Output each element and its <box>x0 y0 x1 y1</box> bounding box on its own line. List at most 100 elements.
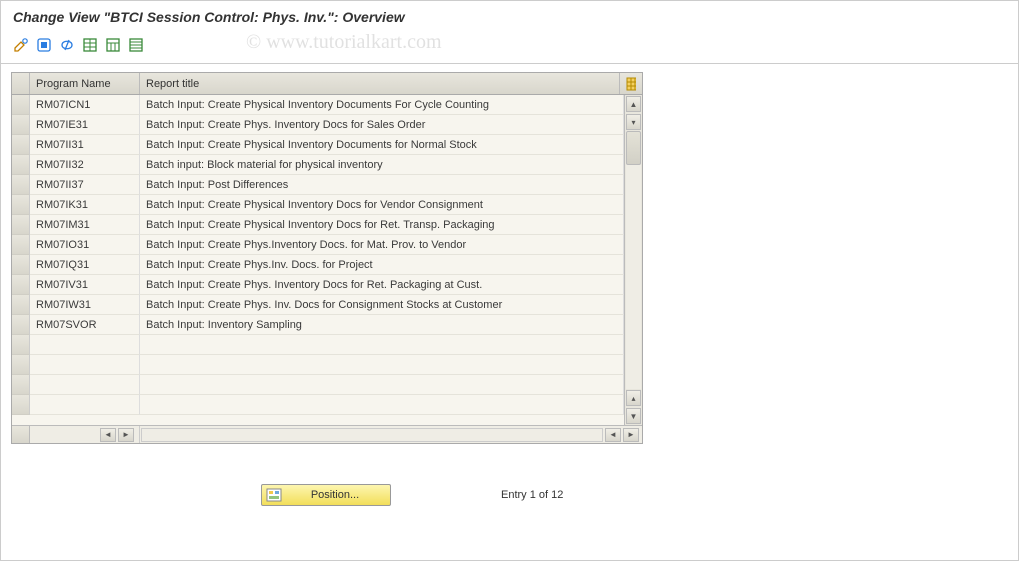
table-row <box>12 375 624 395</box>
cell-program[interactable]: RM07IO31 <box>30 235 140 255</box>
cell-program[interactable]: RM07IE31 <box>30 115 140 135</box>
row-selector[interactable] <box>12 135 30 155</box>
table-row[interactable]: RM07IV31Batch Input: Create Phys. Invent… <box>12 275 624 295</box>
hscroll-left-1-icon[interactable]: ◄ <box>100 428 116 442</box>
cell-program[interactable]: RM07SVOR <box>30 315 140 335</box>
table-row <box>12 335 624 355</box>
hscroll-right-2-icon[interactable]: ► <box>623 428 639 442</box>
hscroll-right-1-icon[interactable]: ◄ <box>605 428 621 442</box>
cell-program[interactable]: RM07IM31 <box>30 215 140 235</box>
scroll-track[interactable] <box>626 131 641 389</box>
cell-title <box>140 335 624 355</box>
entry-counter: Entry 1 of 12 <box>501 489 563 501</box>
cell-title[interactable]: Batch Input: Create Phys. Inventory Docs… <box>140 115 624 135</box>
data-table: Program Name Report title RM07ICN1Batch … <box>11 72 643 444</box>
cell-title[interactable]: Batch Input: Create Phys. Inventory Docs… <box>140 275 624 295</box>
cell-program[interactable]: RM07IV31 <box>30 275 140 295</box>
table-row[interactable]: RM07IM31Batch Input: Create Physical Inv… <box>12 215 624 235</box>
select-all-column[interactable] <box>12 73 30 94</box>
cell-program[interactable]: RM07IK31 <box>30 195 140 215</box>
scroll-thumb[interactable] <box>626 131 641 165</box>
column-header-title[interactable]: Report title <box>140 73 620 94</box>
cell-program[interactable]: RM07ICN1 <box>30 95 140 115</box>
table-row[interactable]: RM07II31Batch Input: Create Physical Inv… <box>12 135 624 155</box>
table-row[interactable]: RM07IQ31Batch Input: Create Phys.Inv. Do… <box>12 255 624 275</box>
vertical-scrollbar[interactable]: ▲ ▾ ▴ ▼ <box>624 95 642 425</box>
table-row <box>12 395 624 415</box>
position-button-label: Position... <box>288 489 382 501</box>
column-header-program[interactable]: Program Name <box>30 73 140 94</box>
hscroll-track[interactable]: ◄ ► <box>140 426 642 443</box>
page-title: Change View "BTCI Session Control: Phys.… <box>1 1 1018 31</box>
table-row[interactable]: RM07IE31Batch Input: Create Phys. Invent… <box>12 115 624 135</box>
cell-title <box>140 355 624 375</box>
table-row[interactable]: RM07SVORBatch Input: Inventory Sampling <box>12 315 624 335</box>
row-selector[interactable] <box>12 275 30 295</box>
table-row[interactable]: RM07ICN1Batch Input: Create Physical Inv… <box>12 95 624 115</box>
cell-program[interactable]: RM07II37 <box>30 175 140 195</box>
scroll-up-icon[interactable]: ▲ <box>626 96 641 112</box>
position-icon <box>266 488 282 502</box>
footer: Position... Entry 1 of 12 <box>11 484 1008 506</box>
row-selector[interactable] <box>12 155 30 175</box>
scroll-down-icon[interactable]: ▼ <box>626 408 641 424</box>
toggle-display-change-button[interactable] <box>11 35 31 55</box>
cell-program[interactable]: RM07IW31 <box>30 295 140 315</box>
table-row[interactable]: RM07IW31Batch Input: Create Phys. Inv. D… <box>12 295 624 315</box>
cell-title[interactable]: Batch Input: Create Physical Inventory D… <box>140 95 624 115</box>
row-selector[interactable] <box>12 95 30 115</box>
cell-program[interactable]: RM07II31 <box>30 135 140 155</box>
hscroll-corner <box>12 426 30 443</box>
cell-title[interactable]: Batch input: Block material for physical… <box>140 155 624 175</box>
table-body: RM07ICN1Batch Input: Create Physical Inv… <box>12 95 624 425</box>
row-selector <box>12 355 30 375</box>
row-selector[interactable] <box>12 295 30 315</box>
table-config-icon[interactable] <box>620 73 642 94</box>
table-row[interactable]: RM07IO31Batch Input: Create Phys.Invento… <box>12 235 624 255</box>
cell-title[interactable]: Batch Input: Create Phys. Inv. Docs for … <box>140 295 624 315</box>
table-row[interactable]: RM07IK31Batch Input: Create Physical Inv… <box>12 195 624 215</box>
cell-program[interactable]: RM07II32 <box>30 155 140 175</box>
toolbar <box>1 31 1018 64</box>
cell-title <box>140 395 624 415</box>
cell-title[interactable]: Batch Input: Create Physical Inventory D… <box>140 215 624 235</box>
row-selector <box>12 395 30 415</box>
row-selector <box>12 375 30 395</box>
row-selector[interactable] <box>12 235 30 255</box>
row-selector[interactable] <box>12 195 30 215</box>
cell-program <box>30 355 140 375</box>
cell-program <box>30 395 140 415</box>
horizontal-scrollbar[interactable]: ◄ ► ◄ ► <box>12 425 642 443</box>
position-button[interactable]: Position... <box>261 484 391 506</box>
select-all-button[interactable] <box>34 35 54 55</box>
row-selector[interactable] <box>12 175 30 195</box>
row-selector[interactable] <box>12 215 30 235</box>
deselect-all-button[interactable] <box>57 35 77 55</box>
hscroll-thumb-area[interactable] <box>141 428 603 442</box>
row-selector[interactable] <box>12 255 30 275</box>
table-settings-3-button[interactable] <box>126 35 146 55</box>
table-row[interactable]: RM07II32Batch input: Block material for … <box>12 155 624 175</box>
cell-title[interactable]: Batch Input: Inventory Sampling <box>140 315 624 335</box>
cell-title[interactable]: Batch Input: Create Phys.Inv. Docs. for … <box>140 255 624 275</box>
cell-title[interactable]: Batch Input: Create Phys.Inventory Docs.… <box>140 235 624 255</box>
cell-title <box>140 375 624 395</box>
cell-title[interactable]: Batch Input: Create Physical Inventory D… <box>140 195 624 215</box>
cell-title[interactable]: Batch Input: Create Physical Inventory D… <box>140 135 624 155</box>
cell-title[interactable]: Batch Input: Post Differences <box>140 175 624 195</box>
hscroll-left-2-icon[interactable]: ► <box>118 428 134 442</box>
content-area: Program Name Report title RM07ICN1Batch … <box>1 64 1018 514</box>
scroll-down-step-icon[interactable]: ▴ <box>626 390 641 406</box>
row-selector <box>12 335 30 355</box>
hscroll-left-group: ◄ ► <box>30 426 140 443</box>
scroll-up-step-icon[interactable]: ▾ <box>626 114 641 130</box>
table-settings-2-button[interactable] <box>103 35 123 55</box>
cell-program <box>30 335 140 355</box>
row-selector[interactable] <box>12 315 30 335</box>
row-selector[interactable] <box>12 115 30 135</box>
table-settings-1-button[interactable] <box>80 35 100 55</box>
cell-program[interactable]: RM07IQ31 <box>30 255 140 275</box>
table-row[interactable]: RM07II37Batch Input: Post Differences <box>12 175 624 195</box>
cell-program <box>30 375 140 395</box>
table-header: Program Name Report title <box>12 73 642 95</box>
